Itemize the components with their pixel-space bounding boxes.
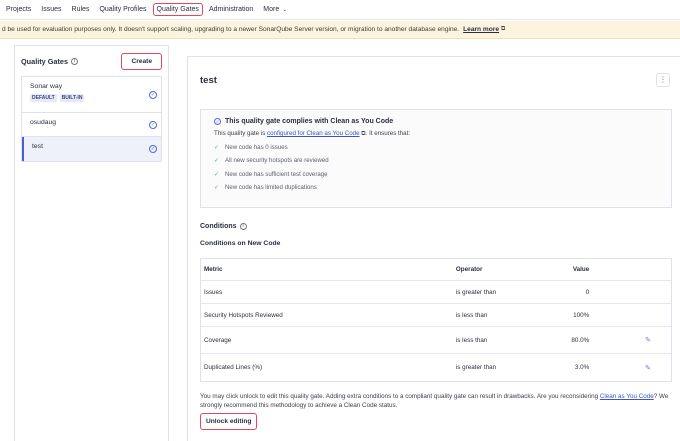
check-circle-icon: ✓ [214, 118, 221, 125]
conditions-table: Metric Operator Value Issues is greater … [200, 258, 672, 382]
evaluation-warning-banner: d be used for evaluation purposes only. … [0, 21, 680, 39]
checkmark-icon: ✓ [214, 145, 220, 152]
gate-item-sonar-way[interactable]: Sonar way DEFAULT BUILT-IN ✓ [22, 77, 161, 113]
nav-administration[interactable]: Administration [209, 6, 253, 13]
criterion-text: New code has sufficient test coverage [225, 170, 328, 178]
check-circle-icon: ✓ [149, 90, 157, 99]
table-row: Duplicated Lines (%) is greater than 3.0… [201, 354, 671, 381]
chevron-down-icon: ⌄ [282, 7, 288, 13]
external-link-icon: ⧉ [501, 26, 506, 32]
nav-issues[interactable]: Issues [41, 6, 61, 13]
cayc-desc-prefix: This quality gate is [214, 130, 266, 137]
pencil-icon[interactable]: ✎ [645, 365, 651, 372]
operator-cell: is greater than [455, 288, 497, 296]
value-cell: 80.0% [571, 336, 590, 344]
table-row: Security Hotspots Reviewed is less than … [201, 304, 671, 327]
check-circle-icon: ✓ [149, 145, 157, 153]
metric-cell: Issues [204, 288, 223, 296]
gate-list: Sonar way DEFAULT BUILT-IN ✓ osudaug ✓ t… [21, 76, 162, 162]
nav-more[interactable]: More ⌄ [263, 6, 287, 13]
column-header-metric: Metric [204, 266, 223, 273]
actions-cell: ✎ [589, 364, 671, 372]
clean-as-you-code-link[interactable]: Clean as You Code [600, 393, 654, 400]
operator-cell: is less than [455, 311, 488, 319]
criterion-text: New code has limited duplications [225, 183, 317, 191]
sidebar-title-label: Quality Gates [21, 56, 69, 66]
page-title: test [200, 75, 217, 86]
create-button[interactable]: Create [121, 52, 162, 70]
quality-gates-sidebar: Quality Gates i Create Sonar way DEFAULT… [14, 45, 169, 441]
gate-name: Sonar way [30, 83, 63, 90]
info-icon[interactable]: i [239, 223, 247, 230]
list-item: ✓ New code has sufficient test coverage [214, 171, 658, 178]
conditions-subtitle: Conditions on New Code [200, 240, 281, 247]
notice-prefix: You may click unlock to edit this qualit… [200, 393, 599, 400]
list-item: ✓ All new security hotspots are reviewed [214, 157, 658, 164]
column-header-operator: Operator [455, 266, 483, 273]
checkmark-icon: ✓ [214, 184, 220, 191]
value-cell: 0 [585, 288, 590, 296]
check-circle-icon: ✓ [149, 120, 157, 129]
cayc-config-link[interactable]: configured for Clean as You Code [267, 130, 360, 137]
nav-rules[interactable]: Rules [72, 6, 90, 13]
default-badge: DEFAULT [30, 94, 57, 102]
table-row: Coverage is less than 80.0% ✎ [201, 327, 671, 354]
list-item: ✓ New code has 0 issues [214, 144, 658, 151]
gate-badges: DEFAULT BUILT-IN [30, 94, 153, 102]
metric-cell: Duplicated Lines (%) [204, 364, 263, 371]
nav-quality-profiles[interactable]: Quality Profiles [99, 6, 146, 13]
sidebar-title: Quality Gates i [21, 56, 79, 66]
column-header-value: Value [572, 266, 590, 273]
banner-text: d be used for evaluation purposes only. … [2, 26, 460, 33]
pencil-icon[interactable]: ✎ [645, 337, 651, 344]
gate-item-osudaug[interactable]: osudaug ✓ [22, 113, 161, 137]
kebab-icon[interactable]: ⋮ [656, 73, 670, 87]
list-item: ✓ New code has limited duplications [214, 184, 658, 191]
metric-cell: Security Hotspots Reviewed [204, 311, 283, 319]
table-row: Issues is greater than 0 [201, 281, 671, 304]
built-in-badge: BUILT-IN [59, 94, 85, 102]
gate-item-test[interactable]: test ✓ [22, 137, 161, 161]
metric-cell: Coverage [204, 336, 232, 344]
nav-projects[interactable]: Projects [6, 6, 31, 13]
conditions-title: Conditions i [200, 223, 247, 230]
gate-name: test [32, 143, 43, 150]
table-header-row: Metric Operator Value [201, 259, 671, 281]
top-navigation: Projects Issues Rules Quality Profiles Q… [0, 0, 680, 20]
gate-name: osudaug [30, 119, 57, 126]
checkmark-icon: ✓ [214, 171, 220, 178]
nav-quality-gates[interactable]: Quality Gates [152, 3, 203, 16]
value-cell: 3.0% [574, 364, 590, 371]
checkmark-icon: ✓ [214, 158, 220, 165]
unlock-notice: You may click unlock to edit this qualit… [200, 392, 680, 410]
cayc-criteria-list: ✓ New code has 0 issues ✓ All new security… [214, 144, 658, 191]
conditions-title-label: Conditions [200, 223, 237, 230]
info-icon[interactable]: i [71, 57, 79, 65]
cayc-description: This quality gate is configured for Clea… [214, 130, 658, 138]
cayc-heading: ✓ This quality gate complies with Clean … [214, 118, 658, 125]
value-cell: 100% [573, 311, 590, 319]
operator-cell: is less than [455, 336, 488, 344]
learn-more-link[interactable]: Learn more [463, 26, 499, 33]
cayc-heading-text: This quality gate complies with Clean as… [225, 118, 394, 125]
criterion-text: All new security hotspots are reviewed [225, 157, 329, 165]
cayc-desc-suffix: . It ensures that: [365, 130, 411, 137]
actions-cell: ✎ [589, 336, 671, 344]
nav-more-label: More [263, 6, 280, 13]
unlock-editing-button[interactable]: Unlock editing [200, 413, 258, 430]
cayc-compliance-box: ✓ This quality gate complies with Clean … [200, 109, 672, 208]
sidebar-header: Quality Gates i Create [21, 52, 162, 70]
gate-detail-panel: test ⋮ ✓ This quality gate complies with… [187, 56, 680, 441]
operator-cell: is greater than [455, 364, 497, 371]
criterion-text: New code has 0 issues [225, 144, 288, 152]
